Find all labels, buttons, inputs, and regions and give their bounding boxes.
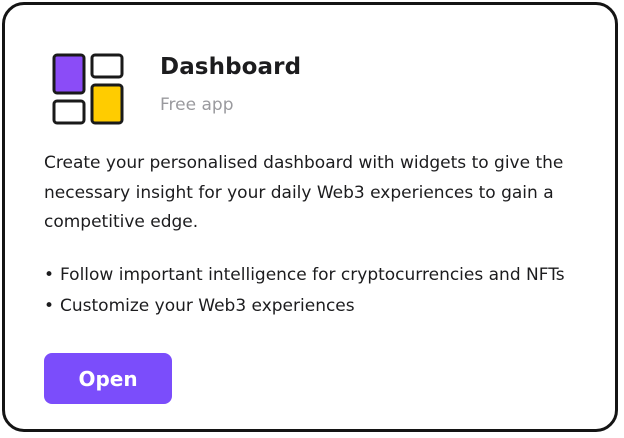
bullet-icon: • xyxy=(44,265,55,285)
feature-list: • Follow important intelligence for crypt… xyxy=(44,260,604,322)
app-title: Dashboard xyxy=(160,54,302,80)
open-button[interactable]: Open xyxy=(44,353,172,404)
dashboard-widgets-icon xyxy=(52,53,124,125)
feature-text: Customize your Web3 experiences xyxy=(60,296,355,316)
feature-item: • Customize your Web3 experiences xyxy=(44,291,604,322)
feature-text: Follow important intelligence for crypto… xyxy=(60,265,565,285)
app-description: Create your personalised dashboard with … xyxy=(44,153,564,232)
feature-item: • Follow important intelligence for crypt… xyxy=(44,260,604,291)
bullet-icon: • xyxy=(44,296,55,316)
app-price-label: Free app xyxy=(160,95,234,115)
app-card: Dashboard Free app Create your personali… xyxy=(2,2,618,432)
